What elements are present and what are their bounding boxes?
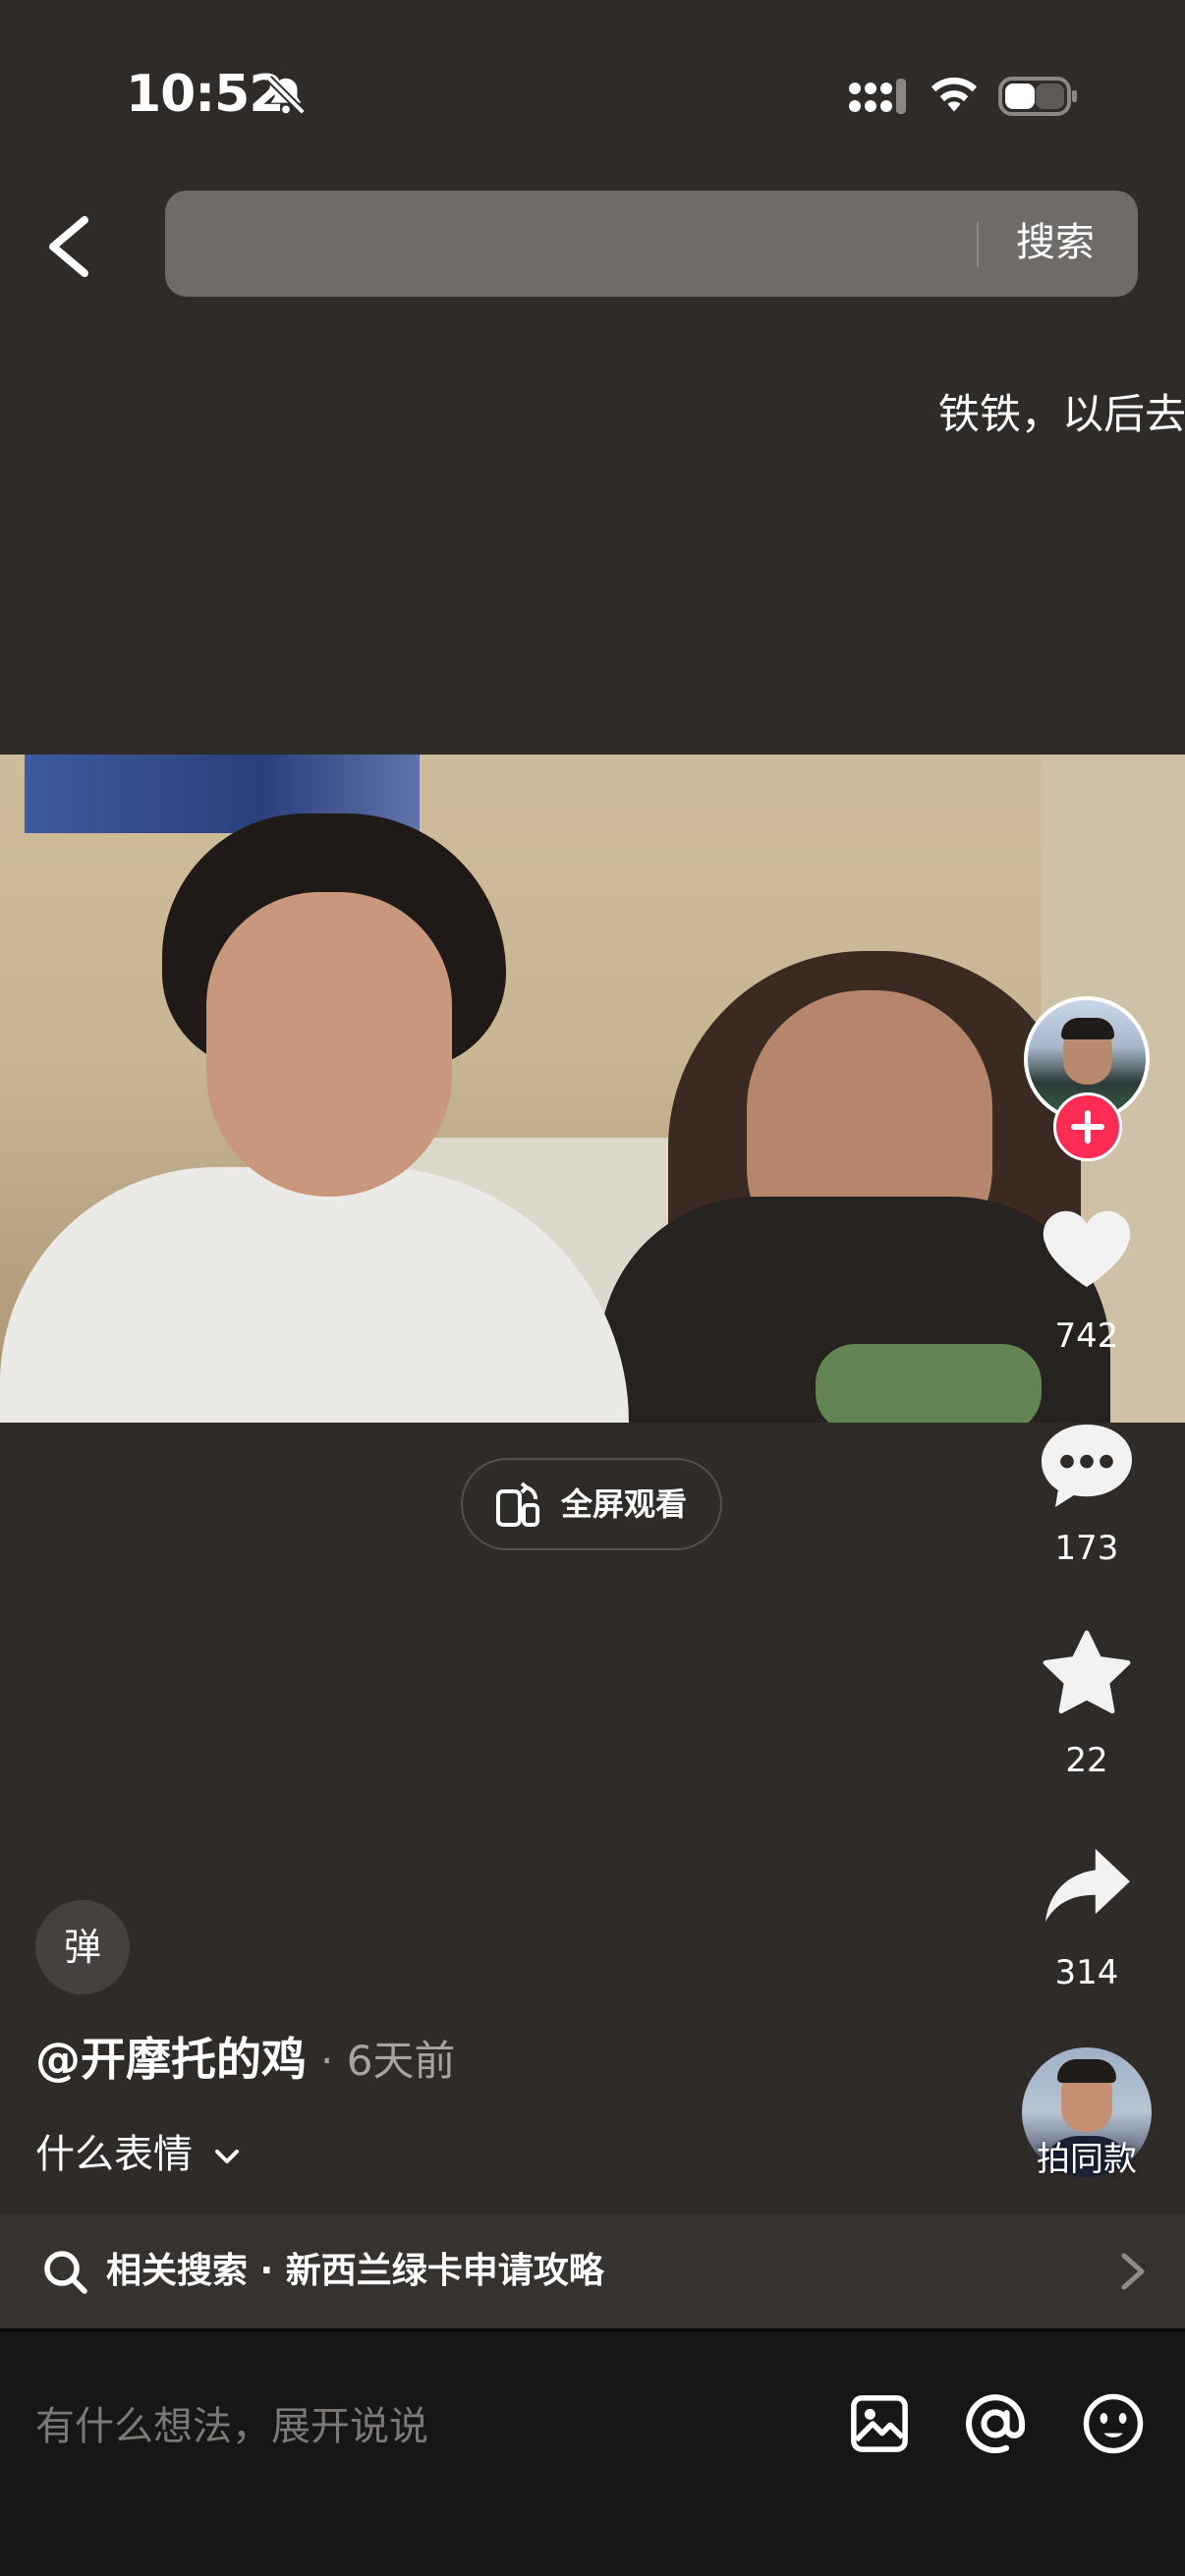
fullscreen-button[interactable]: 全屏观看 — [461, 1458, 722, 1550]
chevron-right-icon — [1121, 2253, 1145, 2290]
heart-icon[interactable] — [1040, 1204, 1134, 1291]
comment-count: 173 — [1054, 1529, 1119, 1568]
image-icon[interactable] — [847, 2391, 912, 2456]
avatar-hair — [1061, 1018, 1114, 1039]
signal-icon — [849, 79, 906, 114]
remix-avatar-hair — [1057, 2059, 1116, 2083]
video-person-2-shirt-print — [816, 1344, 1042, 1423]
related-search-bar[interactable]: 相关搜索 · 新西兰绿卡申请攻略 — [0, 2214, 1185, 2328]
related-search-text: 相关搜索 · 新西兰绿卡申请攻略 — [106, 2251, 604, 2291]
rotate-phone-icon — [496, 1482, 539, 1527]
back-icon[interactable] — [43, 214, 92, 279]
share-icon[interactable] — [1042, 1845, 1134, 1926]
comment-input[interactable]: 有什么想法，展开说说 — [35, 2387, 802, 2466]
plus-icon — [1071, 1110, 1104, 1144]
caption[interactable]: 什么表情 — [35, 2122, 241, 2179]
follow-button[interactable] — [1053, 1092, 1122, 1161]
danmu-toggle-button[interactable]: 弹 — [35, 1900, 130, 1994]
video-person-1-face — [206, 892, 452, 1197]
screen: 10:52 搜索 铁铁，以后去 全屏观看 742 173 22 314 拍同款 … — [0, 0, 1185, 2576]
like-count: 742 — [1054, 1316, 1119, 1356]
favorite-count: 22 — [1065, 1741, 1108, 1780]
remix-label[interactable]: 拍同款 — [1022, 2132, 1152, 2180]
search-divider — [977, 222, 979, 267]
at-icon[interactable] — [963, 2391, 1028, 2456]
wifi-icon — [931, 77, 978, 112]
emoji-icon[interactable] — [1081, 2391, 1146, 2456]
search-icon — [44, 2251, 87, 2294]
post-time: · 6天前 — [320, 2037, 456, 2085]
status-time: 10:52 — [126, 65, 285, 124]
battery-icon — [998, 77, 1077, 116]
comment-bar: 有什么想法，展开说说 — [0, 2328, 1185, 2576]
author-name[interactable]: @开摩托的鸡 — [35, 2033, 307, 2086]
search-button[interactable]: 搜索 — [1016, 210, 1095, 275]
fullscreen-label: 全屏观看 — [561, 1485, 688, 1523]
caption-text: 什么表情 — [35, 2132, 193, 2177]
danmu-comment: 铁铁，以后去 — [938, 390, 1185, 438]
author-line: @开摩托的鸡 · 6天前 — [35, 2024, 455, 2089]
share-count: 314 — [1054, 1953, 1119, 1992]
video-player[interactable] — [0, 755, 1185, 1423]
comment-icon[interactable] — [1038, 1417, 1136, 1511]
star-icon[interactable] — [1040, 1627, 1134, 1717]
chevron-down-icon — [214, 2150, 239, 2163]
search-bar[interactable]: 搜索 — [165, 191, 1138, 297]
bell-off-icon — [266, 76, 306, 115]
